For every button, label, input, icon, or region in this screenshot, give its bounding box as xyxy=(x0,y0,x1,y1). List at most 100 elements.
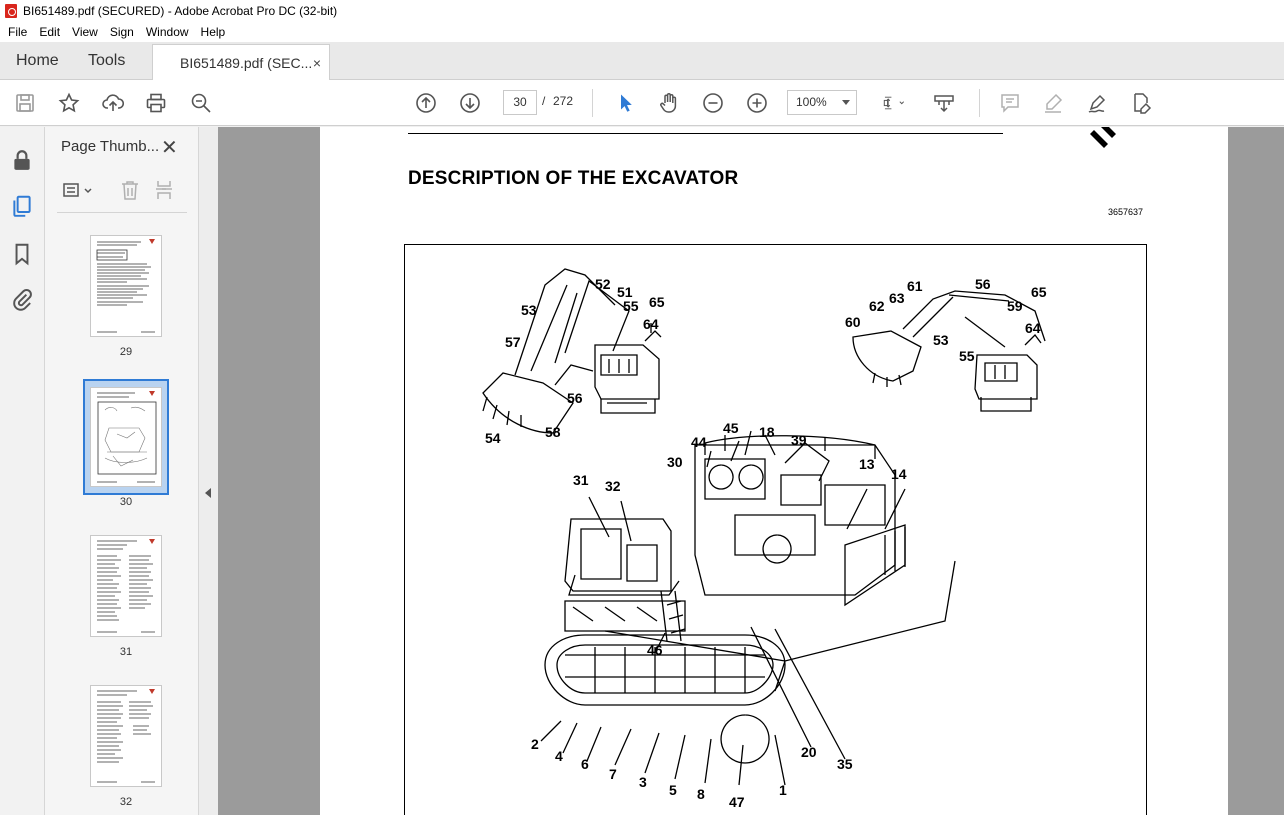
svg-text:54: 54 xyxy=(485,430,501,446)
scroll-mode-icon[interactable] xyxy=(932,91,956,115)
svg-text:64: 64 xyxy=(643,316,659,332)
svg-text:39: 39 xyxy=(791,432,807,448)
menu-window[interactable]: Window xyxy=(140,22,195,42)
panel-divider xyxy=(57,212,187,213)
attachments-icon[interactable] xyxy=(10,287,34,311)
select-cursor-icon[interactable] xyxy=(613,91,637,115)
svg-text:45: 45 xyxy=(723,420,739,436)
highlight-pen-icon[interactable] xyxy=(1041,91,1065,115)
thumbnail-options-icon[interactable] xyxy=(62,180,96,202)
bookmarks-icon[interactable] xyxy=(10,242,34,266)
svg-text:6: 6 xyxy=(581,756,589,772)
upload-icon[interactable] xyxy=(101,91,125,115)
tab-tools[interactable]: Tools xyxy=(88,42,125,80)
svg-text:57: 57 xyxy=(505,334,521,350)
toolbar-divider xyxy=(979,89,980,117)
svg-text:62: 62 xyxy=(869,298,885,314)
insert-page-icon[interactable] xyxy=(153,179,175,201)
previous-page-icon[interactable] xyxy=(414,91,438,115)
save-icon[interactable] xyxy=(13,91,37,115)
toolbar: 30 / 272 100% xyxy=(0,80,1284,126)
print-icon[interactable] xyxy=(144,91,168,115)
svg-text:63: 63 xyxy=(889,290,905,306)
zoom-in-icon[interactable] xyxy=(745,91,769,115)
delete-page-icon[interactable] xyxy=(119,179,141,201)
page-thumbnail-32[interactable] xyxy=(90,685,162,787)
bookmark-star-icon[interactable] xyxy=(57,91,81,115)
svg-text:61: 61 xyxy=(907,278,923,294)
svg-text:4: 4 xyxy=(555,748,563,764)
page-title: DESCRIPTION OF THE EXCAVATOR xyxy=(408,168,739,189)
panel-title: Page Thumb... xyxy=(61,138,160,155)
svg-text:60: 60 xyxy=(845,314,861,330)
zoom-search-icon[interactable] xyxy=(189,91,213,115)
menu-bar: File Edit View Sign Window Help xyxy=(0,22,1284,42)
excavator-figure: 52 51 55 65 53 64 57 56 54 58 61 56 62 63 59 65 60 64… xyxy=(404,244,1147,815)
thumbnail-label-32: 32 xyxy=(119,796,133,808)
page-number-input[interactable]: 30 xyxy=(503,90,537,115)
page-thumbnail-29[interactable] xyxy=(90,235,162,337)
panel-toolbar xyxy=(58,177,188,203)
svg-text:35: 35 xyxy=(837,756,853,772)
lock-icon[interactable] xyxy=(10,148,34,172)
svg-text:56: 56 xyxy=(567,390,583,406)
title-bar: BI651489.pdf (SECURED) - Adobe Acrobat P… xyxy=(0,0,1284,22)
edit-pdf-icon[interactable] xyxy=(1129,91,1153,115)
menu-view[interactable]: View xyxy=(66,22,104,42)
svg-text:14: 14 xyxy=(891,466,907,482)
figure-reference: 3657637 xyxy=(1108,207,1144,217)
svg-text:30: 30 xyxy=(667,454,683,470)
svg-text:53: 53 xyxy=(521,302,537,318)
tab-home[interactable]: Home xyxy=(16,42,59,80)
page-thumbnail-30[interactable] xyxy=(90,387,162,487)
menu-help[interactable]: Help xyxy=(195,22,232,42)
svg-text:20: 20 xyxy=(801,744,817,760)
total-pages: 272 xyxy=(553,94,574,108)
menu-sign[interactable]: Sign xyxy=(104,22,140,42)
thumbnail-label-31: 31 xyxy=(119,646,133,658)
svg-text:3: 3 xyxy=(639,774,647,790)
svg-text:47: 47 xyxy=(729,794,745,810)
collapse-panel-icon[interactable] xyxy=(205,488,211,498)
panel-splitter[interactable] xyxy=(198,127,218,815)
zoom-out-icon[interactable] xyxy=(701,91,725,115)
toolbar-divider xyxy=(592,89,593,117)
svg-text:52: 52 xyxy=(595,276,611,292)
page-thumbnail-31[interactable] xyxy=(90,535,162,637)
menu-file[interactable]: File xyxy=(2,22,33,42)
sign-pen-icon[interactable] xyxy=(1085,91,1109,115)
pdf-page: DESCRIPTION OF THE EXCAVATOR 3657637 52 … xyxy=(320,127,1228,815)
document-viewport[interactable]: DESCRIPTION OF THE EXCAVATOR 3657637 52 … xyxy=(218,127,1284,815)
window-title: BI651489.pdf (SECURED) - Adobe Acrobat P… xyxy=(23,4,338,18)
hand-tool-icon[interactable] xyxy=(657,91,681,115)
page-thumbnails-icon[interactable] xyxy=(10,194,34,218)
svg-text:44: 44 xyxy=(691,434,707,450)
svg-text:13: 13 xyxy=(859,456,875,472)
svg-text:56: 56 xyxy=(975,276,991,292)
svg-text:7: 7 xyxy=(609,766,617,782)
zoom-level-value: 100% xyxy=(796,95,827,109)
svg-text:5: 5 xyxy=(669,782,677,798)
zoom-level-select[interactable]: 100% xyxy=(787,90,857,115)
close-tab-icon[interactable]: × xyxy=(313,55,321,71)
excavator-illustration: 52 5155 65 53645756 54 58 61 5662 63 596560 64… xyxy=(482,268,1047,810)
svg-text:1: 1 xyxy=(779,782,787,798)
tab-document[interactable]: BI651489.pdf (SEC... × xyxy=(152,44,330,81)
svg-text:31: 31 xyxy=(573,472,589,488)
svg-text:55: 55 xyxy=(959,348,975,364)
menu-edit[interactable]: Edit xyxy=(33,22,66,42)
document-scrollbar[interactable] xyxy=(1267,127,1284,815)
svg-text:65: 65 xyxy=(649,294,665,310)
page-fit-icon[interactable] xyxy=(877,91,911,115)
svg-text:32: 32 xyxy=(605,478,621,494)
svg-text:2: 2 xyxy=(531,736,539,752)
close-panel-icon[interactable]: ✕ xyxy=(161,135,178,160)
chevron-down-icon xyxy=(842,100,850,105)
comment-icon[interactable] xyxy=(998,91,1022,115)
next-page-icon[interactable] xyxy=(458,91,482,115)
publisher-logo xyxy=(1090,127,1116,148)
thumbnail-label-29: 29 xyxy=(119,346,133,358)
page-separator: / xyxy=(542,94,546,108)
header-rule xyxy=(408,133,1003,134)
thumbnail-label-30: 30 xyxy=(119,496,133,508)
